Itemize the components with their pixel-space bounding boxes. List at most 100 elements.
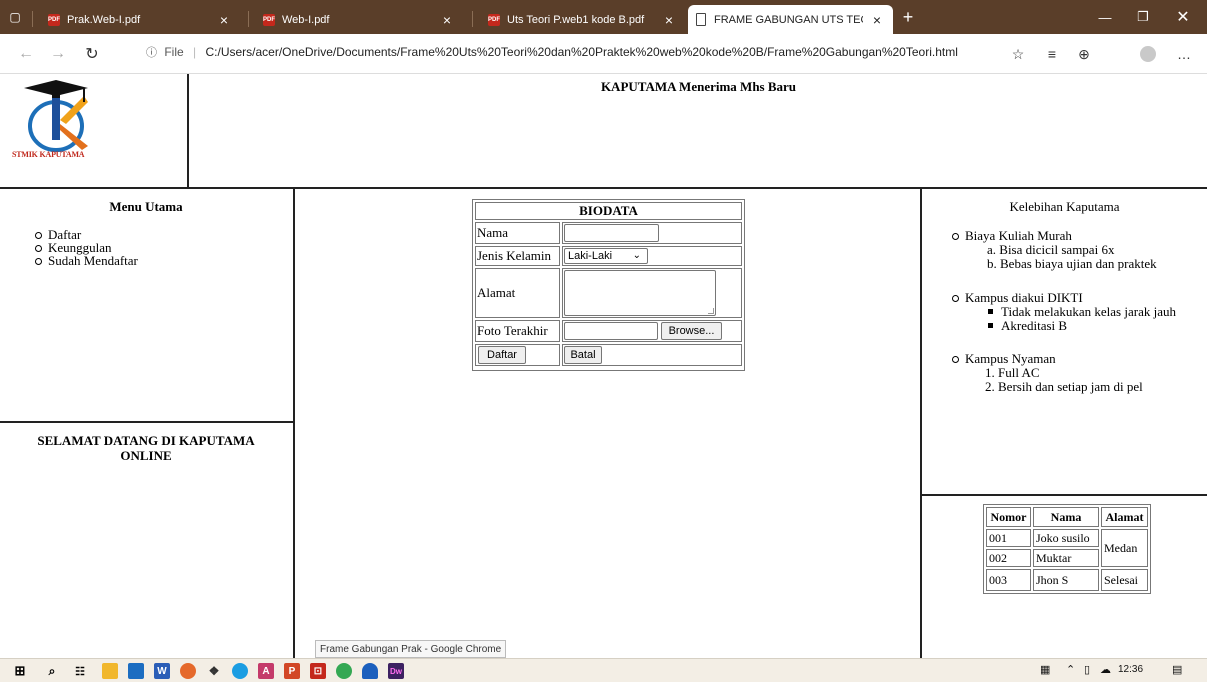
kaputama-logo: STMIK KAPUTAMA [12, 80, 112, 160]
frame-border[interactable] [921, 494, 1207, 496]
tab-uts-teori-pdf[interactable]: PDF Uts Teori P.web1 kode B.pdf × [480, 5, 685, 34]
tab-title: Prak.Web-I.pdf [67, 13, 141, 26]
battery-icon[interactable]: ▯ [1084, 663, 1090, 676]
search-icon[interactable]: ⌕ [44, 663, 60, 679]
submit-cell: Daftar [475, 344, 560, 366]
kelebihan-item: Tidak melakukan kelas jarak jauh [1001, 304, 1176, 319]
close-icon[interactable]: × [869, 12, 885, 28]
tab-prak-web-pdf[interactable]: PDF Prak.Web-I.pdf × [40, 5, 240, 34]
page-icon [696, 13, 706, 26]
pdf-icon: PDF [263, 13, 275, 26]
access-icon[interactable]: A [258, 663, 274, 679]
pdf-reader-icon[interactable]: ⊡ [310, 663, 326, 679]
kelebihan-item: b. Bebas biaya ujian dan praktek [987, 256, 1157, 271]
add-favorite-icon[interactable]: ☆ [1006, 42, 1030, 66]
frame-border[interactable] [920, 188, 922, 658]
firefox-icon[interactable] [180, 663, 196, 679]
tab-frame-gabungan[interactable]: FRAME GABUNGAN UTS TEORI D × [688, 5, 893, 34]
task-view-icon[interactable]: ☷ [72, 663, 88, 679]
tab-title: FRAME GABUNGAN UTS TEORI D [714, 13, 863, 26]
more-menu-icon[interactable]: … [1172, 42, 1196, 66]
browser-tab-strip: ▢ PDF Prak.Web-I.pdf × PDF Web-I.pdf × P… [0, 0, 1207, 34]
form-title: BIODATA [475, 202, 742, 220]
tab-title: Web-I.pdf [282, 13, 330, 26]
kelebihan-item: 2. Bersih dan setiap jam di pel [985, 379, 1143, 394]
close-icon[interactable]: × [216, 12, 232, 28]
frame-border[interactable] [293, 188, 295, 658]
table-cell: 001 [986, 529, 1031, 547]
browse-button[interactable]: Browse... [661, 322, 722, 340]
status-tooltip: Frame Gabungan Prak - Google Chrome [315, 640, 507, 658]
pdf-icon: PDF [488, 13, 500, 26]
info-icon[interactable]: ⓘ [146, 47, 157, 59]
foto-file-input[interactable] [564, 322, 658, 340]
reload-icon[interactable]: ↻ [80, 42, 104, 66]
keyboard-icon[interactable]: ▦ [1040, 663, 1050, 676]
chevron-up-icon[interactable]: ⌃ [1066, 663, 1075, 676]
menu-item-sudah-mendaftar[interactable]: Sudah Mendaftar [35, 254, 138, 267]
tab-actions-icon[interactable]: ▢ [0, 0, 30, 34]
file-explorer-icon[interactable] [102, 663, 118, 679]
frame-border[interactable] [0, 421, 294, 423]
column-header: Nomor [986, 507, 1031, 527]
new-tab-icon[interactable]: + [895, 0, 921, 34]
gender-select[interactable]: Laki-Laki ⌄ [564, 248, 648, 264]
url-text[interactable]: C:/Users/acer/OneDrive/Documents/Frame%2… [206, 45, 958, 59]
bullet-square-icon [988, 309, 993, 314]
windows-start-icon[interactable]: ⊞ [12, 663, 28, 679]
menu-list: Daftar Keunggulan Sudah Mendaftar [35, 228, 138, 267]
chrome-icon[interactable] [336, 663, 352, 679]
kelebihan-heading: Kampus Nyaman [952, 351, 1056, 366]
close-icon[interactable]: × [439, 12, 455, 28]
kelebihan-title: Kelebihan Kaputama [1009, 199, 1120, 214]
back-icon[interactable]: ← [14, 42, 38, 66]
resize-grip-icon[interactable] [708, 308, 714, 314]
kelebihan-heading: Kampus diakui DIKTI [952, 290, 1083, 305]
profile-avatar[interactable] [1140, 46, 1156, 62]
collections-icon[interactable]: ⊕ [1072, 42, 1096, 66]
alamat-label: Alamat [475, 268, 560, 318]
batal-button[interactable]: Batal [564, 346, 602, 364]
powerpoint-icon[interactable]: P [284, 663, 300, 679]
alamat-cell [562, 268, 742, 318]
frame-border[interactable] [0, 187, 1207, 189]
favorites-icon[interactable]: ≡ [1040, 42, 1064, 66]
table-cell: Medan [1101, 529, 1148, 567]
store-icon[interactable] [128, 663, 144, 679]
frame-border[interactable] [187, 74, 189, 188]
word-icon[interactable]: W [154, 663, 170, 679]
tab-title: Uts Teori P.web1 kode B.pdf [507, 13, 645, 26]
kelebihan-item: a. Bisa dicicil sampai 6x [987, 242, 1115, 257]
notification-icon[interactable]: ▤ [1172, 663, 1182, 676]
foto-label: Foto Terakhir [475, 320, 560, 342]
dreamweaver-icon[interactable]: Dw [388, 663, 404, 679]
logo-text: STMIK KAPUTAMA [12, 150, 85, 159]
windows-taskbar: ⊞ ⌕ ☷ W ❖ A P ⊡ Dw ▦ ⌃ ▯ ☁ 12:36 ▤ [0, 658, 1207, 682]
tab-web-pdf[interactable]: PDF Web-I.pdf × [255, 5, 463, 34]
edge-icon[interactable] [232, 663, 248, 679]
dropbox-icon[interactable]: ❖ [206, 663, 222, 679]
nama-input[interactable] [564, 224, 659, 242]
cancel-cell: Batal [562, 344, 742, 366]
close-icon[interactable]: × [661, 12, 677, 28]
daftar-button[interactable]: Daftar [478, 346, 526, 364]
restore-icon[interactable]: ❐ [1124, 0, 1162, 34]
table-cell: 002 [986, 549, 1031, 567]
table-cell: Muktar [1033, 549, 1099, 567]
gender-cell: Laki-Laki ⌄ [562, 246, 742, 266]
nama-label: Nama [475, 222, 560, 244]
minimize-icon[interactable]: — [1086, 0, 1124, 34]
frameset-page: STMIK KAPUTAMA KAPUTAMA Menerima Mhs Bar… [0, 74, 1207, 658]
clock[interactable]: 12:36 [1118, 664, 1143, 675]
address-bar[interactable]: ⓘ File | C:/Users/acer/OneDrive/Document… [146, 44, 958, 60]
cloud-icon[interactable]: ☁ [1100, 663, 1111, 676]
alamat-textarea[interactable] [564, 270, 716, 316]
pdf-icon: PDF [48, 13, 60, 26]
onedrive-icon[interactable] [362, 663, 378, 679]
window-close-icon[interactable]: ✕ [1164, 0, 1202, 34]
biodata-form: BIODATA Nama Jenis Kelamin Laki-Laki ⌄ A… [472, 199, 745, 371]
menu-title: Menu Utama [109, 199, 183, 214]
gender-label: Jenis Kelamin [475, 246, 560, 266]
chevron-down-icon: ⌄ [632, 250, 641, 261]
forward-icon[interactable]: → [46, 42, 70, 66]
